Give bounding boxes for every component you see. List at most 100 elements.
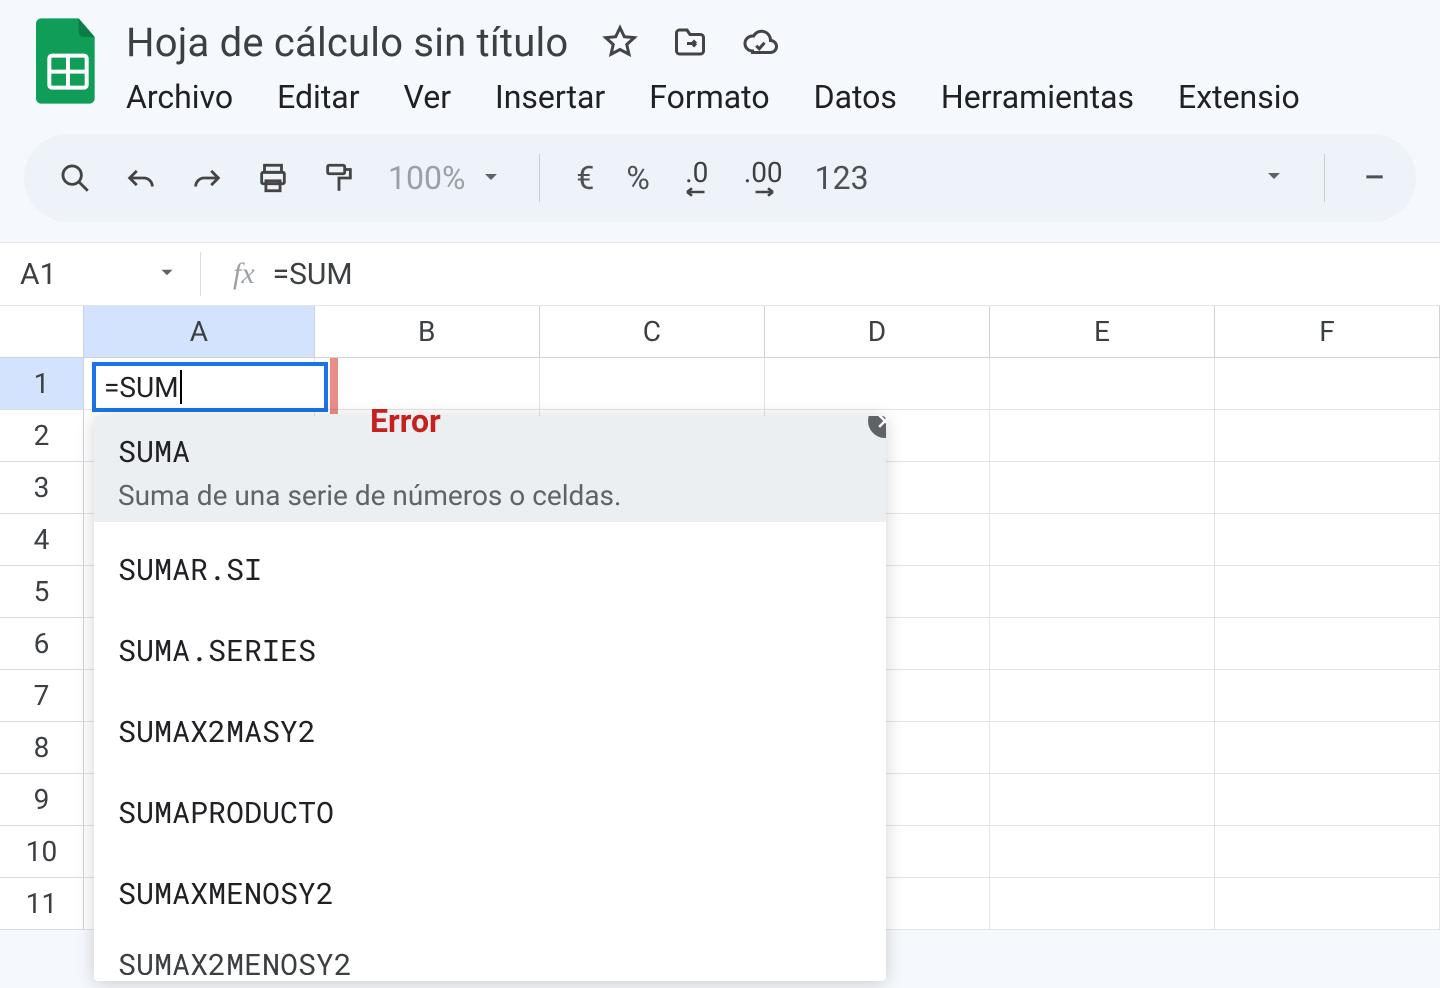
cell[interactable] xyxy=(990,670,1215,722)
row-header[interactable]: 11 xyxy=(0,878,84,930)
cell[interactable] xyxy=(540,358,765,410)
cell[interactable] xyxy=(1215,826,1440,878)
zoom-select[interactable]: 100% xyxy=(388,159,503,197)
column-header[interactable]: D xyxy=(765,306,990,357)
cell[interactable] xyxy=(990,618,1215,670)
percent-format-button[interactable]: % xyxy=(626,159,649,197)
cell[interactable] xyxy=(1215,618,1440,670)
row-header[interactable]: 7 xyxy=(0,670,84,722)
cell[interactable] xyxy=(990,462,1215,514)
row-header[interactable]: 1 xyxy=(0,358,84,410)
menu-extensiones[interactable]: Extensio xyxy=(1178,78,1300,116)
toolbar: 100% € % .0 .00 123 − xyxy=(24,134,1416,222)
cell-editor[interactable]: =SUM xyxy=(92,362,328,412)
increase-decimal-button[interactable]: .00 xyxy=(744,159,783,197)
search-icon[interactable] xyxy=(58,161,92,195)
document-title[interactable]: Hoja de cálculo sin título xyxy=(126,19,568,66)
row-header[interactable]: 4 xyxy=(0,514,84,566)
move-to-folder-icon[interactable] xyxy=(672,24,708,60)
select-all-corner[interactable] xyxy=(0,306,84,357)
autocomplete-item-name: SUMA xyxy=(118,432,862,471)
row-header[interactable]: 5 xyxy=(0,566,84,618)
error-indicator xyxy=(330,358,338,414)
autocomplete-item[interactable]: SUMA.SERIES xyxy=(94,617,886,684)
row-header[interactable]: 6 xyxy=(0,618,84,670)
formula-prefix: = xyxy=(104,371,119,404)
toolbar-separator xyxy=(1324,154,1325,202)
autocomplete-item-name: SUMAX2MENOSY2 xyxy=(118,945,862,975)
formula-bar: A1 fx =SUM xyxy=(0,242,1440,306)
cell[interactable] xyxy=(990,514,1215,566)
cell[interactable] xyxy=(1215,358,1440,410)
autocomplete-item[interactable]: SUMAX2MENOSY2 xyxy=(94,941,886,975)
autocomplete-item[interactable]: SUMA Suma de una serie de números o celda… xyxy=(94,416,886,522)
autocomplete-item-name: SUMAR.SI xyxy=(118,550,862,589)
row-header[interactable]: 9 xyxy=(0,774,84,826)
cell[interactable] xyxy=(990,774,1215,826)
cell[interactable] xyxy=(1215,410,1440,462)
autocomplete-item-name: SUMA.SERIES xyxy=(118,631,862,670)
menu-editar[interactable]: Editar xyxy=(277,78,359,116)
column-header[interactable]: B xyxy=(315,306,540,357)
currency-format-button[interactable]: € xyxy=(576,159,594,197)
row-header[interactable]: 10 xyxy=(0,826,84,878)
cell[interactable] xyxy=(1215,722,1440,774)
menu-formato[interactable]: Formato xyxy=(649,78,769,116)
row-header[interactable]: 2 xyxy=(0,410,84,462)
sheets-app-icon[interactable] xyxy=(28,12,108,112)
toolbar-separator xyxy=(539,154,540,202)
autocomplete-item[interactable]: SUMAR.SI xyxy=(94,536,886,603)
row-header[interactable]: 3 xyxy=(0,462,84,514)
menu-insertar[interactable]: Insertar xyxy=(495,78,605,116)
autocomplete-item-desc: Suma de una serie de números o celdas. xyxy=(118,479,862,512)
autocomplete-item-name: SUMAX2MASY2 xyxy=(118,712,862,751)
formula-input[interactable]: =SUM xyxy=(273,257,353,292)
cloud-status-icon[interactable] xyxy=(742,24,778,60)
menu-ver[interactable]: Ver xyxy=(404,78,452,116)
cell[interactable] xyxy=(990,878,1215,930)
row-header[interactable]: 8 xyxy=(0,722,84,774)
print-icon[interactable] xyxy=(256,161,290,195)
cell[interactable] xyxy=(1215,462,1440,514)
zoom-value: 100% xyxy=(388,159,465,197)
text-cursor xyxy=(180,370,182,404)
app-header: Hoja de cálculo sin título Archivo Edita… xyxy=(0,0,1440,116)
autocomplete-item[interactable]: SUMAX2MASY2 xyxy=(94,698,886,765)
column-header[interactable]: C xyxy=(540,306,765,357)
fx-icon[interactable]: fx xyxy=(233,257,255,291)
column-header[interactable]: F xyxy=(1215,306,1440,357)
autocomplete-item[interactable]: SUMAXMENOSY2 xyxy=(94,860,886,927)
cell[interactable] xyxy=(990,826,1215,878)
separator xyxy=(200,252,201,296)
cell[interactable] xyxy=(765,358,990,410)
cell[interactable] xyxy=(1215,878,1440,930)
column-header[interactable]: E xyxy=(990,306,1215,357)
cell[interactable] xyxy=(1215,566,1440,618)
cell[interactable] xyxy=(1215,514,1440,566)
cell[interactable] xyxy=(1215,670,1440,722)
autocomplete-item[interactable]: SUMAPRODUCTO xyxy=(94,779,886,846)
cell[interactable] xyxy=(1215,774,1440,826)
autocomplete-item-name: SUMAPRODUCTO xyxy=(118,793,862,832)
more-formats-caret-icon[interactable] xyxy=(1262,164,1286,192)
menu-datos[interactable]: Datos xyxy=(814,78,897,116)
undo-icon[interactable] xyxy=(124,161,158,195)
star-icon[interactable] xyxy=(602,24,638,60)
number-format-button[interactable]: 123 xyxy=(815,159,869,197)
menu-bar: Archivo Editar Ver Insertar Formato Dato… xyxy=(126,78,1300,116)
redo-icon[interactable] xyxy=(190,161,224,195)
menu-archivo[interactable]: Archivo xyxy=(126,78,233,116)
spreadsheet-grid[interactable]: ABCDEF 1234567891011 =SUM Error SUMASuma… xyxy=(0,306,1440,930)
column-header[interactable]: A xyxy=(84,306,315,357)
menu-herramientas[interactable]: Herramientas xyxy=(941,78,1134,116)
autocomplete-item-name: SUMAXMENOSY2 xyxy=(118,874,862,913)
name-box[interactable]: A1 xyxy=(0,243,200,305)
decrease-decimal-button[interactable]: .0 xyxy=(682,159,712,197)
formula-text: SUM xyxy=(119,371,178,404)
cell[interactable] xyxy=(990,566,1215,618)
cell[interactable] xyxy=(990,722,1215,774)
formula-autocomplete: SUMA Suma de una serie de números o celda… xyxy=(94,416,886,981)
cell[interactable] xyxy=(990,358,1215,410)
paint-format-icon[interactable] xyxy=(322,161,356,195)
cell[interactable] xyxy=(990,410,1215,462)
